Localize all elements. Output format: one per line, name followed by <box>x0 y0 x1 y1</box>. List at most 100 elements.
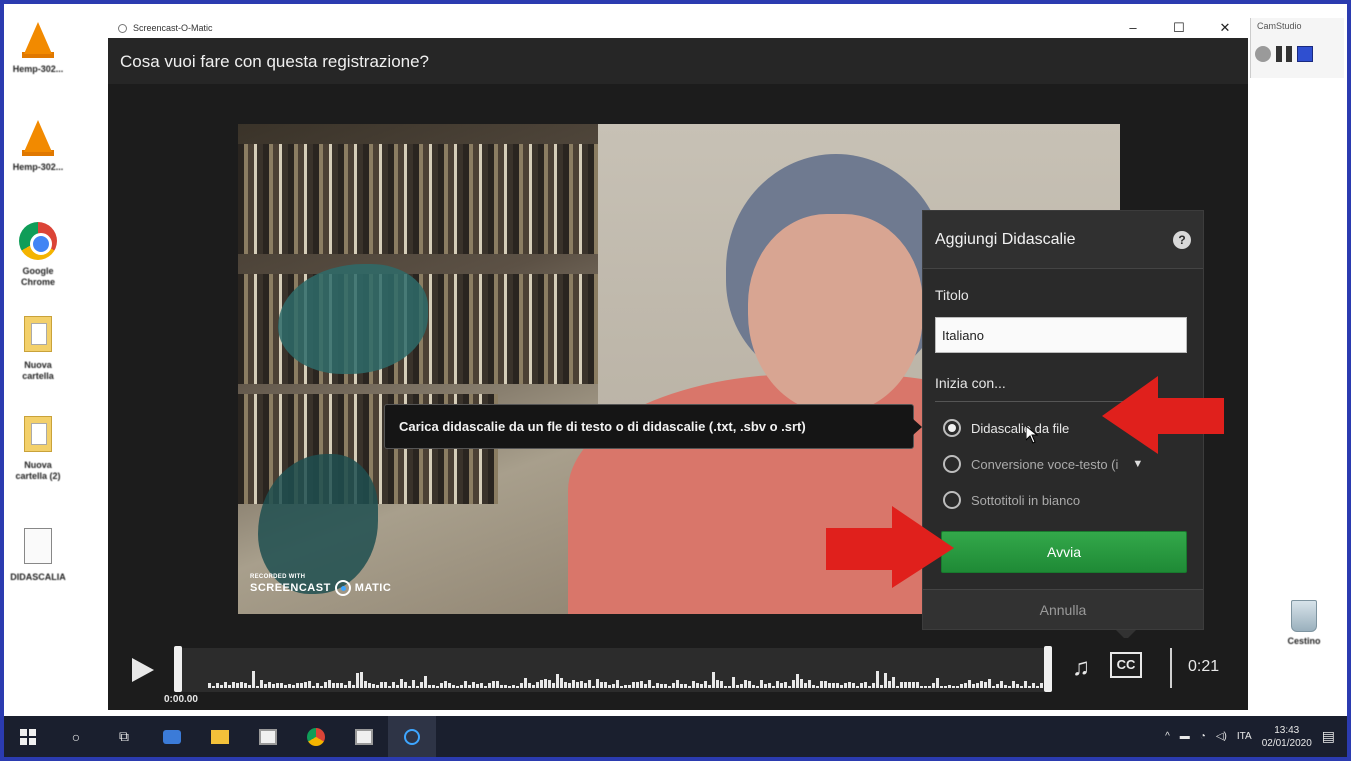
music-icon[interactable]: ♫ <box>1072 654 1090 682</box>
maximize-button[interactable]: ☐ <box>1156 20 1202 36</box>
cancel-button[interactable]: Annulla <box>923 589 1203 629</box>
waveform-bar <box>692 681 695 688</box>
close-button[interactable]: ✕ <box>1202 20 1248 36</box>
notification-icon[interactable]: ▤ <box>1322 728 1335 745</box>
cc-icon[interactable]: CC <box>1110 652 1142 678</box>
waveform-bar <box>648 680 651 688</box>
option-speech-to-text[interactable]: Conversione voce-testo (i ▼ <box>943 455 1143 473</box>
waveform-bar <box>476 684 479 688</box>
waveform-bar <box>880 685 883 688</box>
panel-header: Aggiungi Didascalie ? <box>923 211 1203 269</box>
waveform-bar <box>628 685 631 688</box>
waveform-bar <box>1032 683 1035 688</box>
dropdown-arrow-icon[interactable]: ▼ <box>1132 458 1143 470</box>
desktop-icon-chrome[interactable]: Google Chrome <box>8 222 68 288</box>
play-icon[interactable] <box>132 658 154 682</box>
search-icon[interactable]: ○ <box>52 716 100 757</box>
start-button[interactable]: Avvia <box>941 531 1187 573</box>
waveform-bar <box>968 680 971 688</box>
vlc-cone-icon <box>18 20 58 60</box>
waveform-bar <box>532 685 535 688</box>
desktop-icon-vlc-1[interactable]: Hemp-302... <box>8 20 68 75</box>
start-button[interactable] <box>4 716 52 757</box>
chrome-icon <box>18 222 58 262</box>
waveform-bar <box>736 685 739 688</box>
pause-icon[interactable] <box>1276 46 1292 62</box>
minimize-button[interactable]: – <box>1110 20 1156 36</box>
time-end: 0:21 <box>1188 658 1220 675</box>
waveform-bar <box>720 681 723 688</box>
waveform-bar <box>944 686 947 688</box>
network-icon[interactable]: ▬ <box>1180 731 1190 742</box>
trim-start-handle[interactable] <box>174 646 182 692</box>
taskbar: ○ ⧉ ^ ▬ ◔ ◁) ITA 13:43 02/01/2020 ▤ <box>4 716 1347 757</box>
waveform-bar <box>656 683 659 688</box>
desktop-icon-vlc-2[interactable]: Hemp-302... <box>8 118 68 173</box>
recording-watermark: RECORDED WITH SCREENCAST MATIC <box>250 574 391 596</box>
stop-icon[interactable] <box>1297 46 1313 62</box>
volume-icon[interactable]: ◁) <box>1216 731 1227 742</box>
waveform-bar <box>472 682 475 688</box>
option-captions-from-file[interactable]: Didascalie da file <box>943 419 1069 437</box>
title-input[interactable] <box>935 317 1187 353</box>
waveform-bar <box>456 686 459 688</box>
waveform-bar <box>588 680 591 688</box>
waveform-bar <box>704 681 707 688</box>
waveform-bar <box>352 685 355 688</box>
waveform-bar <box>432 685 435 688</box>
waveform-bar <box>780 683 783 688</box>
screencast-taskbar-icon[interactable] <box>388 716 436 757</box>
option-blank-subtitles[interactable]: Sottotitoli in bianco <box>943 491 1080 509</box>
waveform-bar <box>1020 686 1023 688</box>
recycle-bin[interactable]: Cestino <box>1274 600 1334 646</box>
waveform-bar <box>840 685 843 688</box>
app-icon-2[interactable] <box>244 716 292 757</box>
desktop-icon-document[interactable]: DIDASCALIA <box>8 528 68 583</box>
waveform-bar <box>640 681 643 688</box>
waveform-bar <box>428 685 431 688</box>
audio-waveform[interactable] <box>178 648 1052 692</box>
waveform-bar <box>992 686 995 688</box>
desktop-icon-folder-1[interactable]: Nuova cartella <box>8 316 68 382</box>
waveform-bar <box>696 683 699 688</box>
waveform-bar <box>404 682 407 688</box>
waveform-bar <box>600 682 603 688</box>
help-icon[interactable]: ? <box>1173 230 1191 249</box>
desktop-icon-label: Google Chrome <box>20 266 55 287</box>
waveform-bar <box>536 682 539 688</box>
task-view-icon[interactable]: ⧉ <box>100 716 148 757</box>
waveform-bar <box>552 683 555 688</box>
waveform-bar <box>260 680 263 688</box>
windows-icon <box>20 728 36 745</box>
app-icon-3[interactable] <box>340 716 388 757</box>
desktop-icon-label: Nuova cartella <box>22 360 54 381</box>
chrome-taskbar-icon[interactable] <box>292 716 340 757</box>
waveform-bar <box>356 673 359 688</box>
language-indicator[interactable]: ITA <box>1237 731 1252 742</box>
waveform-bar <box>956 686 959 688</box>
waveform-bar <box>856 686 859 688</box>
trim-end-handle[interactable] <box>1044 646 1052 692</box>
waveform-bar <box>784 682 787 688</box>
file-explorer-icon[interactable] <box>196 716 244 757</box>
waveform-bar <box>348 681 351 688</box>
waveform-bar <box>604 682 607 688</box>
waveform-bar <box>984 682 987 688</box>
waveform-bar <box>748 681 751 688</box>
waveform-bar <box>368 683 371 688</box>
waveform-bar <box>496 681 499 688</box>
waveform-bar <box>540 680 543 688</box>
window-title: Screencast-O-Matic <box>133 23 213 33</box>
waveform-bar <box>524 678 527 688</box>
waveform-bar <box>740 684 743 688</box>
waveform-bar <box>828 683 831 688</box>
chevron-up-icon[interactable]: ^ <box>1165 731 1170 742</box>
screencast-window: Screencast-O-Matic – ☐ ✕ Cosa vuoi fare … <box>108 18 1248 710</box>
app-icon-1[interactable] <box>148 716 196 757</box>
waveform-bar <box>644 684 647 688</box>
clock[interactable]: 13:43 02/01/2020 <box>1262 724 1312 750</box>
waveform-bar <box>912 682 915 688</box>
wifi-icon[interactable]: ◔ <box>1200 731 1206 742</box>
desktop-icon-folder-2[interactable]: Nuova cartella (2) <box>8 416 68 482</box>
record-icon[interactable] <box>1255 46 1271 62</box>
